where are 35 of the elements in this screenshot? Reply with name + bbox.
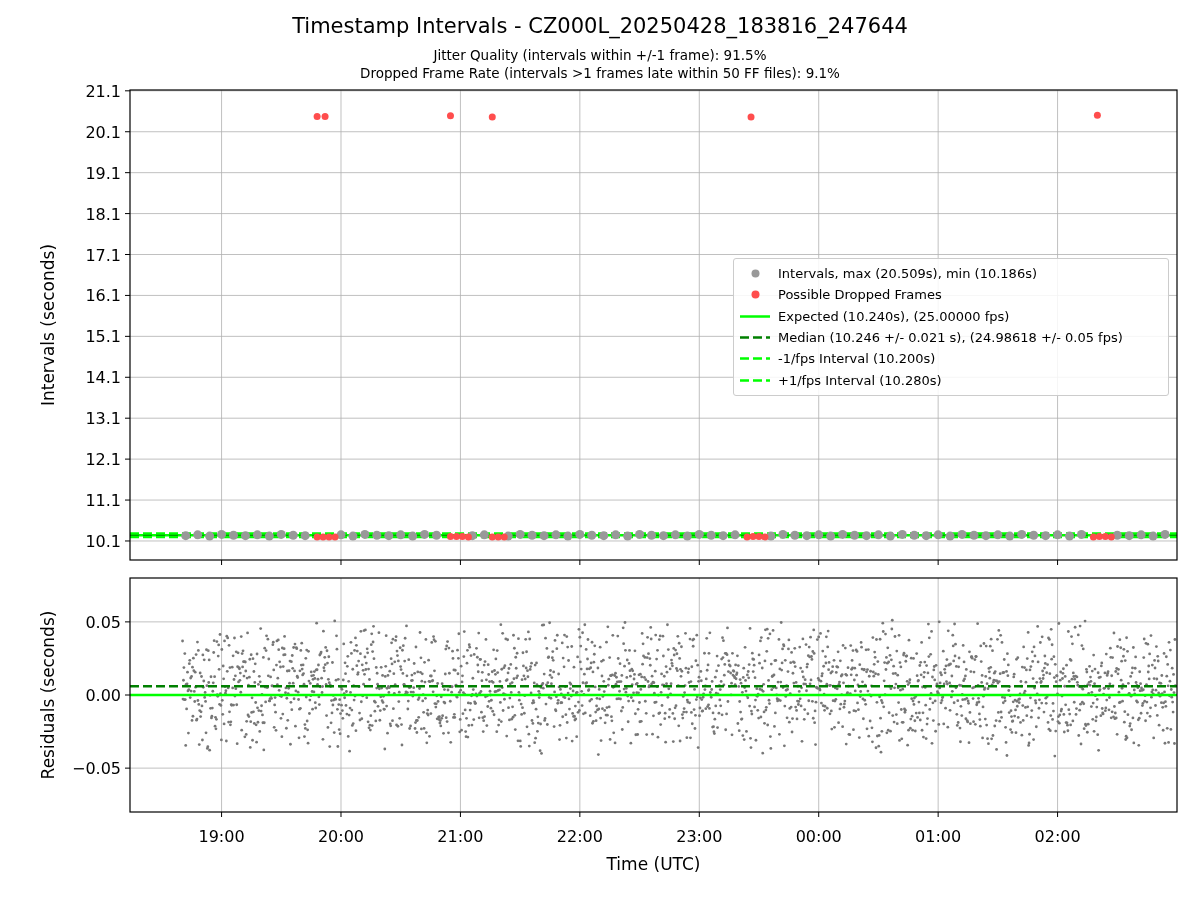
axis-label: Time (UTC) bbox=[606, 854, 701, 874]
tick-label: 18.1 bbox=[85, 204, 121, 224]
tick-label: 10.1 bbox=[85, 531, 121, 551]
chart-subtitle: Jitter Quality (intervals within +/-1 frame): 91.5% bbox=[433, 46, 767, 64]
chart-subtitle: Dropped Frame Rate (intervals >1 frames late within 50 FF files): 9.1% bbox=[360, 64, 840, 82]
tick-label: 20:00 bbox=[317, 827, 365, 846]
tick-label: 20.1 bbox=[85, 122, 121, 142]
legend-label: Expected (10.240s), (25.00000 fps) bbox=[778, 308, 1010, 324]
tick-label: 0.05 bbox=[85, 612, 121, 632]
tick-label: 21:00 bbox=[437, 827, 484, 846]
tick-label: 01:00 bbox=[915, 827, 962, 846]
tick-label: 16.1 bbox=[85, 286, 121, 306]
tick-label: 11.1 bbox=[85, 491, 121, 511]
legend-label: Possible Dropped Frames bbox=[778, 287, 942, 303]
tick-label: 0.00 bbox=[85, 686, 121, 705]
tick-label: 22:00 bbox=[556, 827, 603, 846]
tick-label: 12.1 bbox=[85, 450, 121, 470]
axis-label: Residuals (seconds) bbox=[38, 610, 58, 780]
tick-label: 21.1 bbox=[85, 82, 121, 101]
tick-label: 23:00 bbox=[676, 827, 723, 846]
legend-label: -1/fps Interval (10.200s) bbox=[778, 351, 936, 367]
axis-label: Intervals (seconds) bbox=[38, 243, 58, 407]
tick-label: 15.1 bbox=[85, 327, 121, 347]
legend-label: +1/fps Interval (10.280s) bbox=[778, 372, 942, 388]
tick-label: 17.1 bbox=[85, 245, 121, 265]
chart-title: Timestamp Intervals - CZ000L_20250428_183816_247644 bbox=[292, 14, 908, 38]
legend-label: Intervals, max (20.509s), min (10.186s) bbox=[778, 266, 1037, 282]
tick-label: 13.1 bbox=[85, 409, 121, 429]
legend-label: Median (10.246 +/- 0.021 s), (24.98618 +/- 0.05 fps) bbox=[778, 330, 1123, 346]
tick-label: 02:00 bbox=[1034, 827, 1081, 846]
tick-label: 00:00 bbox=[795, 827, 842, 846]
tick-label: 19:00 bbox=[198, 827, 245, 846]
tick-label: 14.1 bbox=[85, 368, 121, 388]
tick-label: 19.1 bbox=[85, 163, 121, 183]
tick-label: −0.05 bbox=[71, 759, 121, 779]
